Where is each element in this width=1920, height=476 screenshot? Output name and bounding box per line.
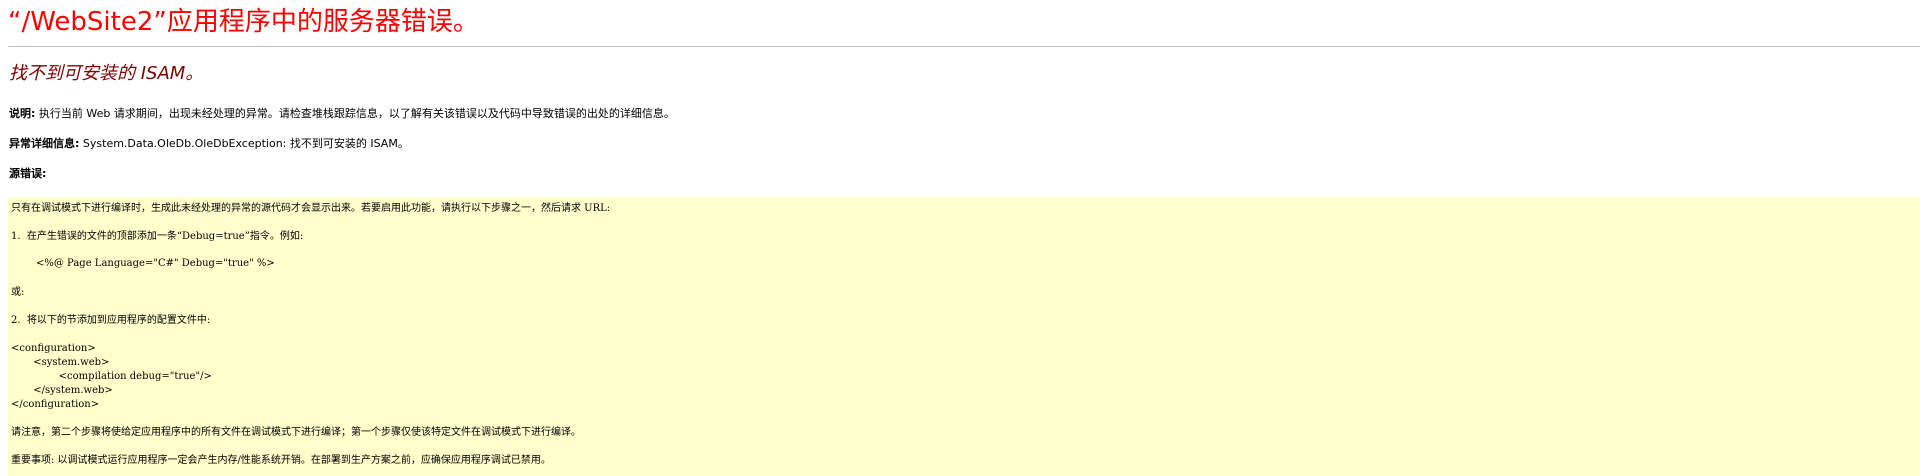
exception-details-label: 异常详细信息: [9,137,80,150]
page-title: “/WebSite2”应用程序中的服务器错误。 [8,7,479,37]
description-label: 说明: [9,107,36,120]
step1-text: 1. 在产生错误的文件的顶部添加一条“Debug=true”指令。例如: [11,231,304,242]
important-text: 重要事项: 以调试模式运行应用程序一定会产生内存/性能系统开销。在部署到生产方案… [11,455,551,466]
source-error-box: 只有在调试模式下进行编译时，生成此未经处理的异常的源代码才会显示出来。若要启用此… [8,197,1920,476]
description-text: 执行当前 Web 请求期间，出现未经处理的异常。请检查堆栈跟踪信息，以了解有关该… [35,107,675,120]
source-error-label: 源错误: [9,167,47,180]
page-directive-code: <%@ Page Language="C#" Debug="true" %> [36,258,275,269]
error-message: 找不到可安装的 ISAM。 [9,63,204,84]
title-divider [8,46,1920,47]
description-line: 说明: 执行当前 Web 请求期间，出现未经处理的异常。请检查堆栈跟踪信息，以了… [9,106,675,122]
step2-text: 2. 将以下的节添加到应用程序的配置文件中: [11,315,211,326]
source-intro-text: 只有在调试模式下进行编译时，生成此未经处理的异常的源代码才会显示出来。若要启用此… [11,203,611,214]
exception-details-text: System.Data.OleDb.OleDbException: 找不到可安装… [79,137,409,150]
exception-details-line: 异常详细信息: System.Data.OleDb.OleDbException… [9,136,409,152]
or-text: 或: [11,287,25,298]
source-error-line: 源错误: [9,166,46,182]
config-code-block: <configuration> <system.web> <compilatio… [11,343,212,410]
note-text: 请注意，第二个步骤将使给定应用程序中的所有文件在调试模式下进行编译；第一个步骤仅… [11,427,581,438]
